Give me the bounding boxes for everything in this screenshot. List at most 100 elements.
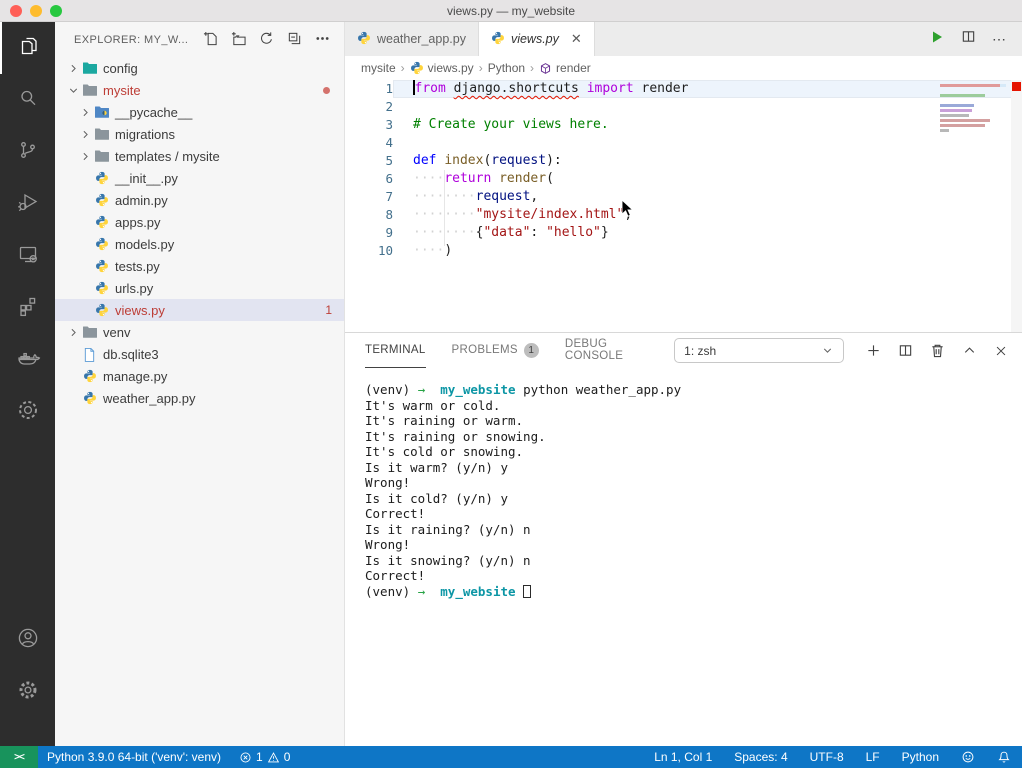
terminal-output[interactable]: (venv) → my_website python weather_app.p… — [345, 368, 1022, 599]
terminal-shell-selector[interactable]: 1: zsh — [674, 338, 844, 363]
code-line-8[interactable]: 8 ········"mysite/index.html", — [345, 206, 1022, 224]
tree-item-templates-mysite[interactable]: templates / mysite — [55, 145, 344, 167]
tree-item-init-py[interactable]: __init__.py — [55, 167, 344, 189]
chevron-right-icon[interactable] — [65, 60, 81, 76]
code-line-10[interactable]: 10 ····) — [345, 242, 1022, 260]
overview-ruler[interactable] — [1011, 80, 1022, 332]
tree-item-weather-app-py[interactable]: weather_app.py — [55, 387, 344, 409]
tree-item-admin-py[interactable]: admin.py — [55, 189, 344, 211]
circular-gear-icon — [16, 398, 40, 427]
activity-bar-item-python-environment[interactable] — [0, 386, 55, 438]
breadcrumb-item-python[interactable]: Python — [488, 61, 525, 75]
activity-bar-item-source-control[interactable] — [0, 126, 55, 178]
code-line-9[interactable]: 9 ········{"data": "hello"} — [345, 224, 1022, 242]
minimize-window-button[interactable] — [30, 5, 42, 17]
window-controls — [10, 5, 62, 17]
refresh-icon[interactable] — [259, 31, 274, 49]
code-line-4[interactable]: 4 — [345, 134, 1022, 152]
encoding-setting[interactable]: UTF-8 — [799, 746, 855, 768]
symbol-method-icon — [539, 62, 552, 75]
code-line-2[interactable]: 2 — [345, 98, 1022, 116]
split-terminal-icon[interactable] — [898, 343, 913, 358]
activity-bar-item-settings[interactable] — [0, 666, 55, 718]
tree-item-label: __pycache__ — [115, 104, 193, 120]
breadcrumb-item-render[interactable]: render — [539, 61, 591, 75]
more-actions-icon[interactable] — [315, 31, 330, 49]
tree-item-manage-py[interactable]: manage.py — [55, 365, 344, 387]
code-line-text: ········{"data": "hello"} — [413, 225, 609, 240]
tree-item-apps-py[interactable]: apps.py — [55, 211, 344, 233]
eol-setting[interactable]: LF — [855, 746, 891, 768]
cursor-position[interactable]: Ln 1, Col 1 — [643, 746, 723, 768]
code-line-1[interactable]: 1 from django.shortcuts import render — [345, 80, 1022, 98]
activity-bar-item-remote-explorer[interactable] — [0, 230, 55, 282]
tree-item-mysite[interactable]: mysite — [55, 79, 344, 101]
line-number: 9 — [385, 225, 393, 240]
activity-bar-item-explorer[interactable] — [0, 22, 55, 74]
tree-item-tests-py[interactable]: tests.py — [55, 255, 344, 277]
split-editor-icon[interactable] — [961, 29, 976, 49]
minimap[interactable] — [940, 84, 1006, 134]
problems-count-badge: 1 — [523, 342, 539, 358]
tree-item-label: venv — [103, 324, 131, 340]
python-icon — [93, 236, 110, 252]
python-interpreter[interactable]: Python 3.9.0 64-bit ('venv': venv) — [38, 746, 230, 768]
new-folder-icon[interactable] — [231, 31, 246, 49]
kill-terminal-icon[interactable] — [930, 343, 945, 358]
zoom-window-button[interactable] — [50, 5, 62, 17]
activity-bar-item-run-and-debug[interactable] — [0, 178, 55, 230]
chevron-right-icon[interactable] — [77, 126, 93, 142]
breadcrumb-item-views-py[interactable]: views.py — [410, 61, 474, 75]
maximize-panel-icon[interactable] — [962, 343, 977, 358]
language-mode[interactable]: Python — [891, 746, 950, 768]
code-line-6[interactable]: 6 ····return render( — [345, 170, 1022, 188]
panel-tab-terminal[interactable]: TERMINAL — [365, 333, 426, 368]
chevron-right-icon[interactable] — [77, 148, 93, 164]
activity-bar-item-search[interactable] — [0, 74, 55, 126]
tree-item-views-py[interactable]: views.py 1 — [55, 299, 344, 321]
tree-item-urls-py[interactable]: urls.py — [55, 277, 344, 299]
chevron-right-icon[interactable] — [65, 324, 81, 340]
tree-item-pycache[interactable]: __pycache__ — [55, 101, 344, 123]
folder-blue-python-icon — [93, 104, 110, 120]
activity-bar-item-account[interactable] — [0, 614, 55, 666]
problems-summary[interactable]: 1 0 — [230, 746, 299, 768]
tree-item-config[interactable]: config — [55, 57, 344, 79]
remote-explorer-icon — [16, 242, 40, 271]
close-window-button[interactable] — [10, 5, 22, 17]
more-editor-actions-icon[interactable]: ⋯ — [992, 31, 1006, 48]
tree-item-db-sqlite3[interactable]: db.sqlite3 — [55, 343, 344, 365]
terminal-line: Wrong! — [365, 537, 411, 552]
folder-grey-icon — [93, 126, 110, 142]
activity-bar-item-extensions[interactable] — [0, 282, 55, 334]
code-line-7[interactable]: 7 ········request, — [345, 188, 1022, 206]
editor-group: weather_app.py views.py ✕ ⋯ mysite › views.p… — [345, 22, 1022, 746]
tree-item-venv[interactable]: venv — [55, 321, 344, 343]
status-bar: >< Python 3.9.0 64-bit ('venv': venv) 1 … — [0, 746, 1022, 768]
editor-tab-views-py[interactable]: views.py ✕ — [478, 22, 595, 56]
tree-item-models-py[interactable]: models.py — [55, 233, 344, 255]
code-line-3[interactable]: 3 # Create your views here. — [345, 116, 1022, 134]
panel-tab-problems[interactable]: PROBLEMS 1 — [452, 333, 539, 368]
activity-bar-item-docker[interactable] — [0, 334, 55, 386]
breadcrumb-item-mysite[interactable]: mysite — [361, 61, 396, 75]
new-terminal-icon[interactable] — [866, 343, 881, 358]
run-python-file-button[interactable] — [929, 29, 945, 50]
feedback-icon[interactable] — [950, 746, 986, 768]
notifications-bell-icon[interactable] — [986, 746, 1022, 768]
folder-grey-icon — [81, 82, 98, 98]
chevron-down-icon[interactable] — [65, 82, 81, 98]
tree-item-migrations[interactable]: migrations — [55, 123, 344, 145]
title-bar: views.py — my_website — [0, 0, 1022, 22]
code-editor[interactable]: 1 from django.shortcuts import render 2 3 # … — [345, 80, 1022, 332]
new-file-icon[interactable] — [203, 31, 218, 49]
collapse-folders-icon[interactable] — [287, 31, 302, 49]
code-line-5[interactable]: 5 def index(request): — [345, 152, 1022, 170]
panel-tab-debug-console[interactable]: DEBUG CONSOLE — [565, 333, 648, 368]
indentation-setting[interactable]: Spaces: 4 — [723, 746, 798, 768]
editor-tab-weather-app-py[interactable]: weather_app.py — [345, 22, 479, 56]
chevron-right-icon[interactable] — [77, 104, 93, 120]
close-tab-icon[interactable]: ✕ — [571, 31, 582, 47]
close-panel-icon[interactable] — [994, 344, 1008, 358]
remote-indicator[interactable]: >< — [0, 746, 38, 768]
